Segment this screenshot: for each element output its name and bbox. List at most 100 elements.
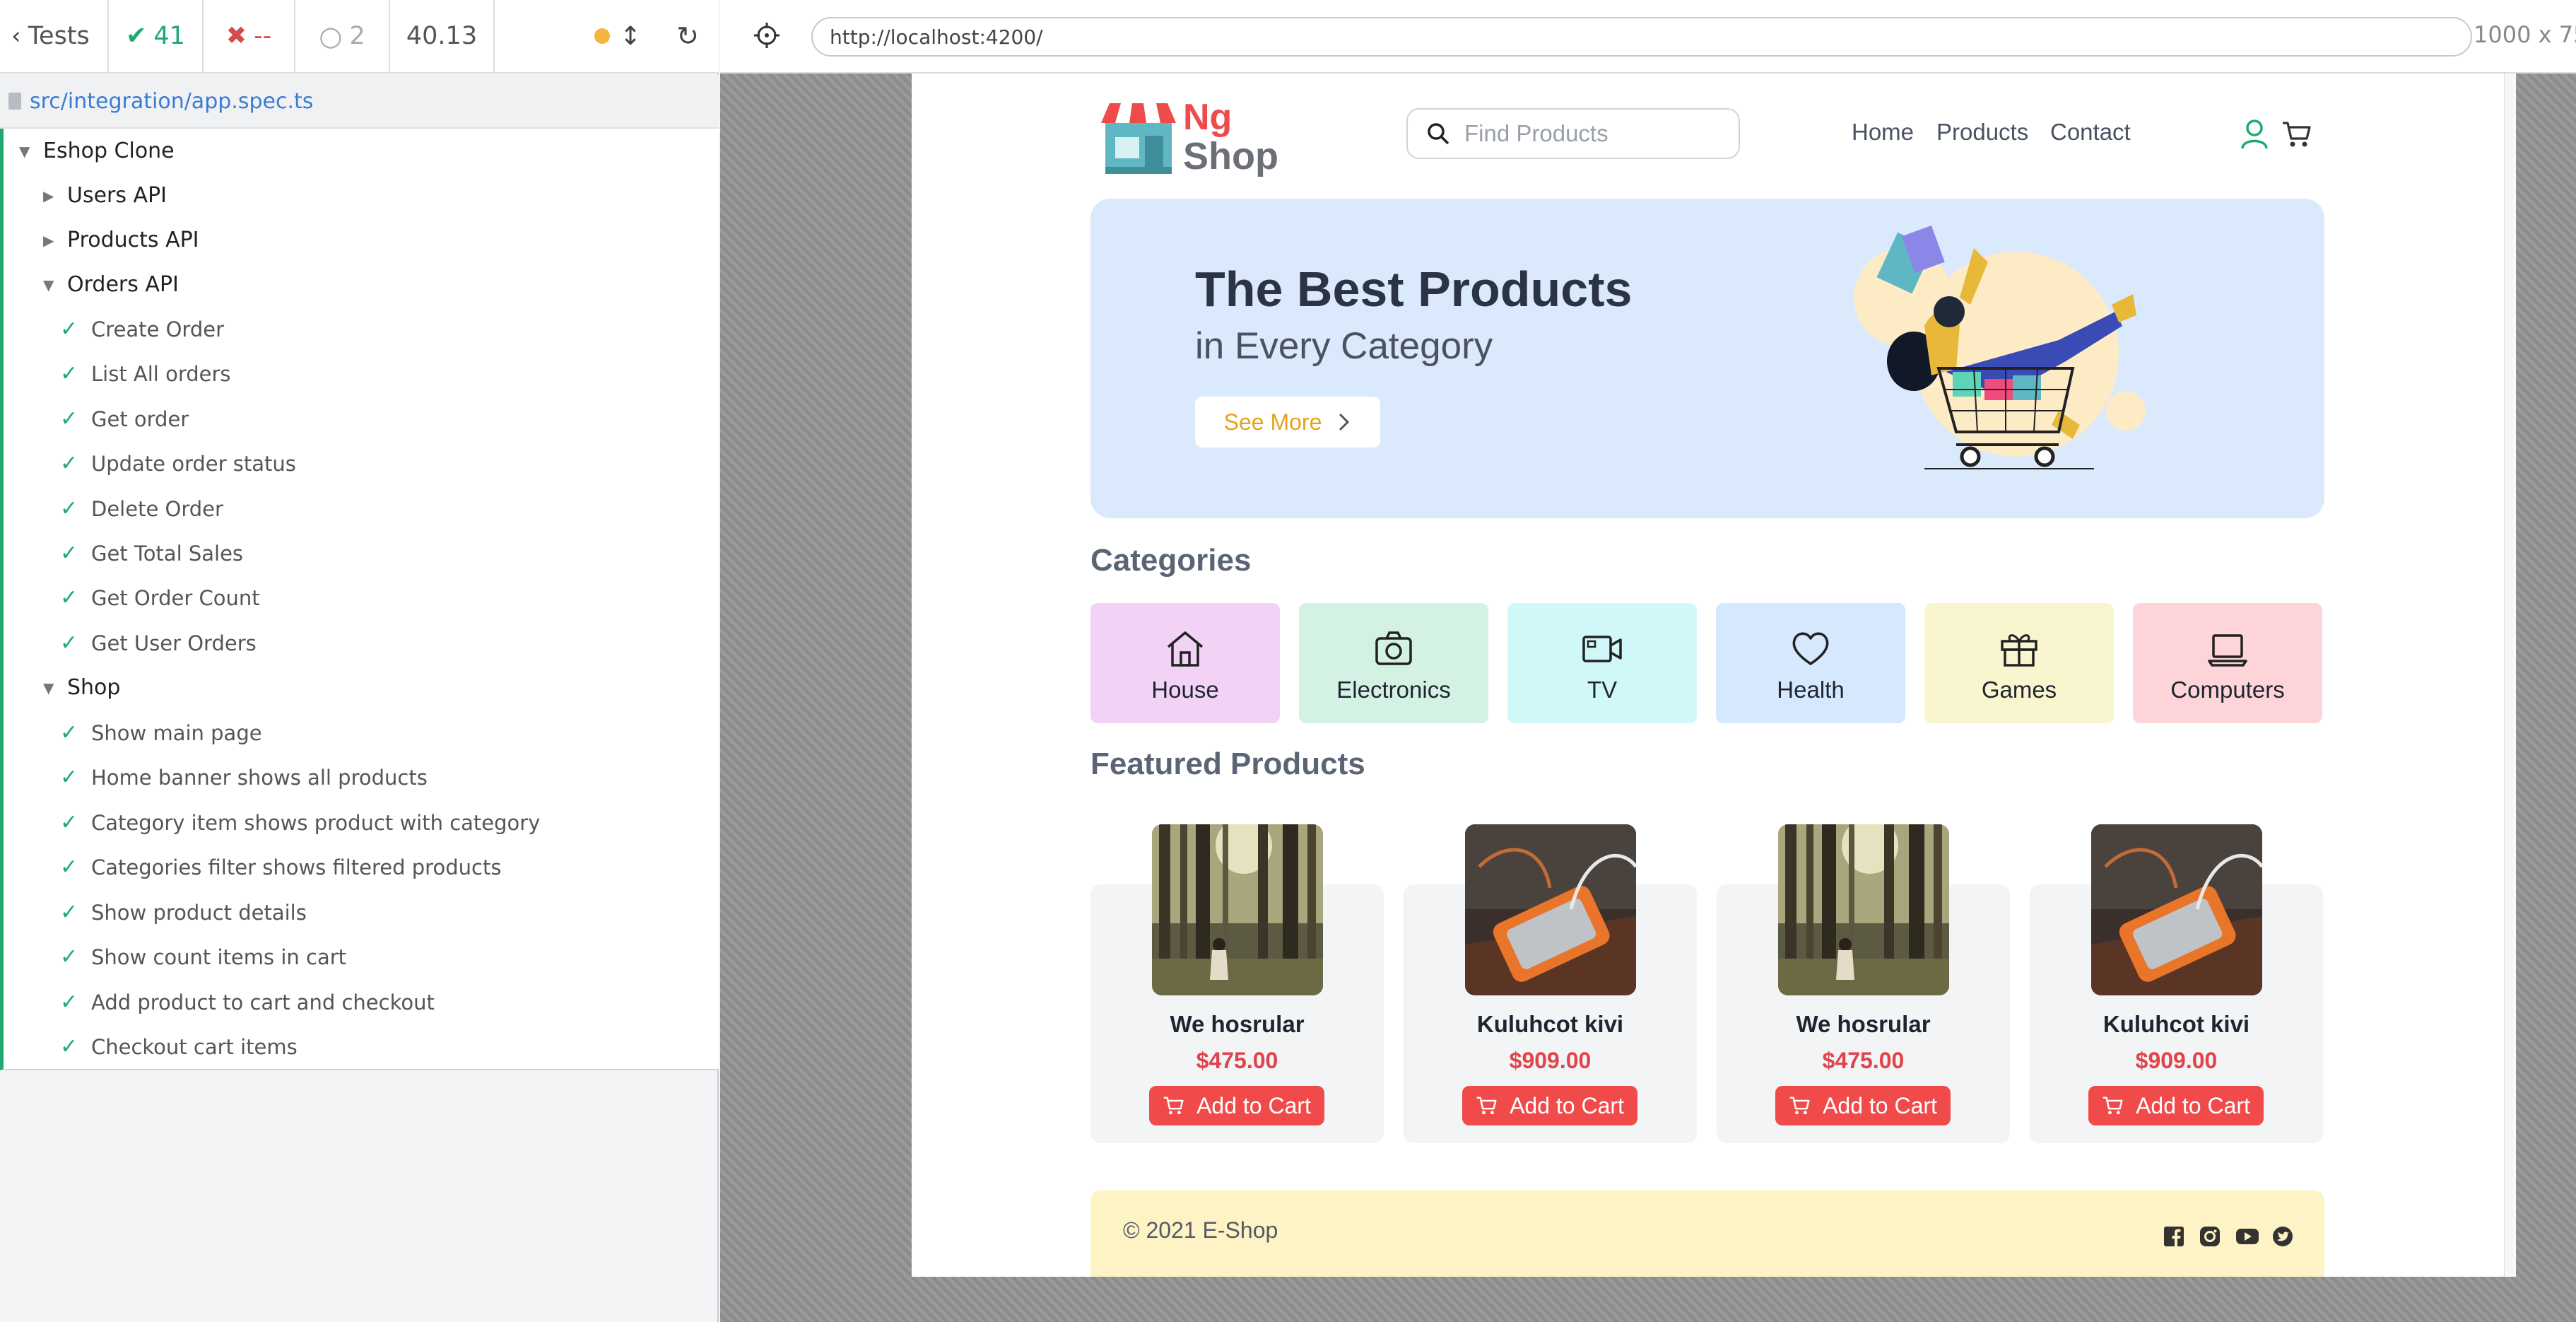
house-icon [1167,631,1204,667]
heart-icon [1792,632,1829,665]
test-item[interactable]: ✓ Categories filter shows filtered produc… [60,855,501,879]
add-to-cart-label: Add to Cart [1196,1092,1311,1118]
suite-orders-api[interactable]: ▼ Orders API [43,272,179,297]
suite-label: Eshop Clone [43,139,175,163]
test-label: Update order status [91,451,296,476]
restart-icon[interactable]: ↻ [676,21,699,52]
pending-count[interactable]: ○ 2 [295,0,390,73]
suite-products-api[interactable]: ▶ Products API [43,228,199,252]
pending-value: 2 [349,22,365,50]
check-icon: ✓ [60,631,78,655]
passed-count[interactable]: ✔ 41 [109,0,204,73]
video-icon [1582,636,1622,662]
spec-path[interactable]: src/integration/app.spec.ts [30,89,313,114]
product-name[interactable]: We hosrular [1717,1011,2010,1038]
url-field[interactable]: http://localhost:4200/ [811,17,2472,57]
test-item[interactable]: ✓ Create Order [60,317,224,341]
caret-right-icon: ▶ [43,231,54,249]
add-to-cart-button[interactable]: Add to Cart [1149,1086,1324,1125]
check-icon: ✓ [60,496,78,521]
check-icon: ✓ [60,855,78,879]
status-dot-icon: ↕ [594,22,641,51]
laptop-icon [2208,634,2247,667]
see-more-label: See More [1223,409,1322,435]
test-label: Get User Orders [91,631,257,655]
nav-home[interactable]: Home [1852,119,1914,146]
category-house[interactable]: House [1090,603,1280,723]
test-label: Checkout cart items [91,1034,298,1059]
suite-root[interactable]: ▼ Eshop Clone [19,139,175,163]
twitter-icon[interactable] [2272,1226,2293,1247]
suite-users-api[interactable]: ▶ Users API [43,183,167,208]
page-scrollbar[interactable] [2504,74,2515,1277]
add-to-cart-label: Add to Cart [2136,1092,2250,1118]
category-health[interactable]: Health [1716,603,1905,723]
test-item[interactable]: ✓ Get Total Sales [60,541,243,566]
check-icon: ✓ [60,585,78,610]
facebook-icon[interactable] [2163,1226,2184,1247]
test-item[interactable]: ✓ Show product details [60,900,307,925]
add-to-cart-button[interactable]: Add to Cart [1775,1086,1951,1125]
add-to-cart-button[interactable]: Add to Cart [1462,1086,1637,1125]
test-item[interactable]: ✓ Show count items in cart [60,944,346,969]
hero-banner: The Best Products in Every Category See … [1090,199,2324,518]
category-games[interactable]: Games [1924,603,2114,723]
search-input[interactable]: Find Products [1406,108,1740,159]
category-electronics[interactable]: Electronics [1299,603,1488,723]
test-item[interactable]: ✓ Get User Orders [60,631,257,655]
suite-shop[interactable]: ▼ Shop [43,675,120,700]
check-icon: ✓ [60,810,78,835]
auto-scroll-icon[interactable]: ↕ [620,22,641,51]
product-name[interactable]: Kuluhcot kivi [2030,1011,2323,1038]
test-item[interactable]: ✓ Add product to cart and checkout [60,990,435,1014]
product-image-hard-drive[interactable] [2091,824,2262,995]
test-item[interactable]: ✓ Checkout cart items [60,1034,298,1059]
category-label: House [1151,677,1219,703]
nav-products[interactable]: Products [1936,119,2028,146]
product-name[interactable]: We hosrular [1090,1011,1384,1038]
check-icon: ✓ [60,406,78,431]
category-tv[interactable]: TV [1507,603,1697,723]
viewport-size: 1000 x 75 [2474,21,2576,48]
test-runner-panel: ‹ Tests ✔ 41 ✖ -- ○ 2 40.13 ↕ ↻ src/inte… [0,0,719,1322]
test-item[interactable]: ✓ Delete Order [60,496,223,521]
product-name[interactable]: Kuluhcot kivi [1404,1011,1697,1038]
caret-right-icon: ▶ [43,187,54,204]
product-image-forest[interactable] [1778,824,1949,995]
instagram-icon[interactable] [2199,1226,2221,1247]
file-icon [8,93,21,110]
logo[interactable]: Ng Shop [1100,92,1283,184]
test-item[interactable]: ✓ Home banner shows all products [60,765,428,790]
product-image-forest[interactable] [1152,824,1323,995]
tests-button[interactable]: ‹ Tests [0,0,109,73]
selector-playground-icon[interactable] [751,20,782,51]
test-item[interactable]: ✓ Get Order Count [60,585,260,610]
category-label: Health [1777,677,1845,703]
product-price: $909.00 [1509,1048,1592,1073]
category-label: TV [1587,677,1618,703]
product-image-hard-drive[interactable] [1465,824,1636,995]
cart-icon [1163,1096,1184,1115]
cart-icon [1789,1096,1810,1115]
test-item[interactable]: ✓ List All orders [60,361,231,386]
passed-value: 41 [153,22,185,50]
add-to-cart-button[interactable]: Add to Cart [2088,1086,2264,1125]
check-icon: ✓ [60,944,78,969]
category-computers[interactable]: Computers [2133,603,2322,723]
test-label: Home banner shows all products [91,765,428,790]
logo-text-bottom: Shop [1183,135,1278,177]
caret-down-icon: ▼ [19,142,30,160]
spec-path-bar[interactable]: src/integration/app.spec.ts [0,75,719,129]
check-icon: ✓ [60,541,78,566]
test-label: Categories filter shows filtered product… [91,855,502,879]
test-item[interactable]: ✓ Update order status [60,451,296,476]
failed-count[interactable]: ✖ -- [204,0,295,73]
test-item[interactable]: ✓ Category item shows product with catego… [60,810,540,835]
test-item[interactable]: ✓ Show main page [60,720,262,745]
see-more-button[interactable]: See More [1195,397,1380,448]
user-icon[interactable] [2240,119,2269,150]
nav-contact[interactable]: Contact [2050,119,2131,146]
youtube-icon[interactable] [2235,1226,2259,1247]
cart-icon[interactable] [2281,120,2311,148]
test-item[interactable]: ✓ Get order [60,406,189,431]
